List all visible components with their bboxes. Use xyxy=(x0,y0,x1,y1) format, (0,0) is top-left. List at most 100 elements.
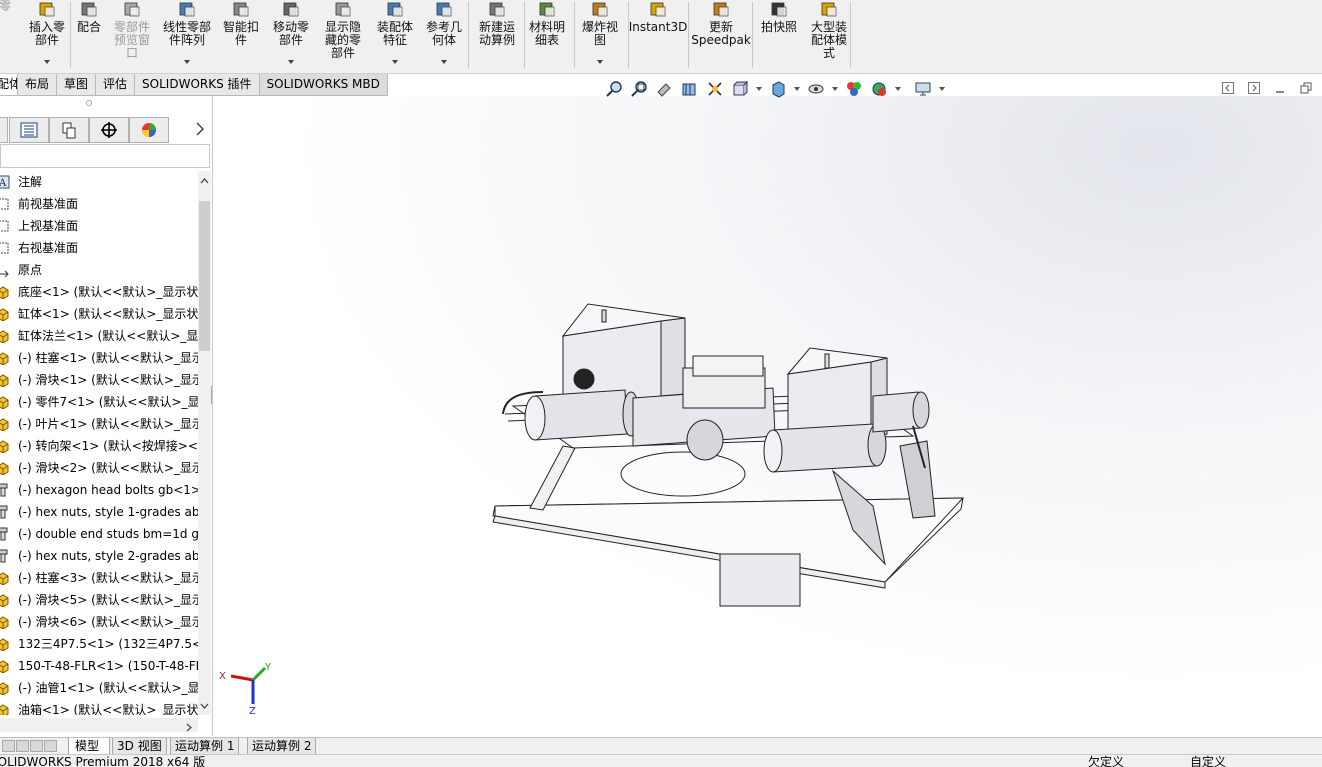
view-settings-icon[interactable] xyxy=(912,78,934,100)
tree-item[interactable]: (-) 零件7<1> (默认<<默认>_显示 xyxy=(0,391,198,413)
ribbon-button-7[interactable]: 装配体 特征 xyxy=(372,0,418,72)
scrollbar-thumb[interactable] xyxy=(199,201,210,351)
chevron-right-icon[interactable] xyxy=(196,122,204,139)
dropdown-arrow-icon[interactable] xyxy=(392,60,398,64)
tree-item-label: (-) 零件7<1> (默认<<默认>_显示 xyxy=(18,395,198,409)
property-manager-tab[interactable] xyxy=(9,117,49,143)
tree-item[interactable]: (-) 叶片<1> (默认<<默认>_显示 xyxy=(0,413,198,435)
tree-item[interactable]: (-) 滑块<6> (默认<<默认>_显示 xyxy=(0,611,198,633)
dropdown-arrow-icon[interactable] xyxy=(184,60,190,64)
scroll-right-icon[interactable] xyxy=(186,721,192,735)
tree-horizontal-scrollbar[interactable] xyxy=(0,718,198,732)
ribbon-button-0[interactable]: 插入零 部件 xyxy=(24,0,70,72)
previous-view-icon[interactable] xyxy=(654,78,676,100)
bottom-tab-1[interactable]: 3D 视图 xyxy=(112,738,167,755)
ribbon-button-14[interactable]: 拍快照 xyxy=(754,0,804,72)
tab-0[interactable]: 装配体 xyxy=(0,74,18,96)
tree-item[interactable]: 上视基准面 xyxy=(0,215,198,237)
dropdown-arrow-icon[interactable] xyxy=(288,60,294,64)
graphics-area[interactable]: X Y Z xyxy=(213,96,1322,736)
tree-item[interactable]: 原点 xyxy=(0,259,198,281)
tree-item[interactable]: (-) 滑块<2> (默认<<默认>_显示 xyxy=(0,457,198,479)
tree-item[interactable]: (-) hex nuts, style 2-grades ab xyxy=(0,545,198,567)
ribbon-button-5[interactable]: 移动零 部件 xyxy=(268,0,314,72)
dropdown-arrow-icon-5[interactable] xyxy=(937,78,947,100)
ribbon-button-10[interactable]: 材料明 细表 xyxy=(524,0,570,72)
ribbon-button-12[interactable]: Instant3D xyxy=(629,0,687,72)
bottom-tab-3[interactable]: 运动算例 2 xyxy=(247,738,317,755)
dynamic-annotation-icon[interactable] xyxy=(704,78,726,100)
ribbon-cut-button[interactable]: 零 xyxy=(0,0,16,72)
dropdown-arrow-icon[interactable] xyxy=(441,60,447,64)
dropdown-arrow-icon[interactable] xyxy=(754,78,764,100)
tree-item[interactable]: 前视基准面 xyxy=(0,193,198,215)
tab-last-icon[interactable] xyxy=(44,740,57,752)
display-manager-tab[interactable] xyxy=(129,117,169,143)
ribbon-button-13[interactable]: 更新 Speedpak xyxy=(691,0,751,72)
view-orientation-icon[interactable] xyxy=(729,78,751,100)
panel-grip[interactable] xyxy=(86,100,92,106)
ribbon-button-2[interactable]: 零部件 预览窗 口 xyxy=(110,0,154,72)
tree-item[interactable]: (-) hexagon head bolts gb<1> xyxy=(0,479,198,501)
tree-item[interactable]: (-) 滑块<1> (默认<<默认>_显示 xyxy=(0,369,198,391)
dropdown-arrow-icon-4[interactable] xyxy=(893,78,903,100)
bottom-tab-2[interactable]: 运动算例 1 xyxy=(170,738,240,755)
tree-item[interactable]: (-) 滑块<5> (默认<<默认>_显示 xyxy=(0,589,198,611)
ribbon-button-6[interactable]: 显示隐 藏的零 部件 xyxy=(320,0,366,72)
ribbon-button-3[interactable]: 线性零部 件阵列 xyxy=(158,0,216,72)
dropdown-arrow-icon[interactable] xyxy=(44,60,50,64)
ribbon-button-15[interactable]: 大型装 配体模 式 xyxy=(806,0,852,72)
edit-appearance-icon[interactable] xyxy=(843,78,865,100)
assembly-model[interactable] xyxy=(213,96,1322,736)
tree-item[interactable]: (-) 油管1<1> (默认<<默认>_显示 xyxy=(0,677,198,699)
tree-item[interactable]: 油箱<1> (默认<<默认>_显示状态 xyxy=(0,699,198,715)
tree-item[interactable]: (-) 柱塞<1> (默认<<默认>_显示 xyxy=(0,347,198,369)
zoom-to-fit-icon[interactable] xyxy=(604,78,626,100)
tab-1[interactable]: 布局 xyxy=(17,74,58,96)
tab-next-icon[interactable] xyxy=(30,740,43,752)
tab-3[interactable]: 评估 xyxy=(95,74,136,96)
dropdown-arrow-icon[interactable] xyxy=(597,60,603,64)
tree-item[interactable]: (-) 柱塞<3> (默认<<默认>_显示 xyxy=(0,567,198,589)
next-icon[interactable] xyxy=(1248,82,1260,94)
zoom-to-area-icon[interactable] xyxy=(629,78,651,100)
dropdown-arrow-icon-3[interactable] xyxy=(830,78,840,100)
ribbon-button-4[interactable]: 智能扣 件 xyxy=(218,0,264,72)
hide-show-items-icon[interactable] xyxy=(805,78,827,100)
tree-item[interactable]: 右视基准面 xyxy=(0,237,198,259)
tree-item[interactable]: 底座<1> (默认<<默认>_显示状态 xyxy=(0,281,198,303)
tree-item[interactable]: (-) hex nuts, style 1-grades ab xyxy=(0,501,198,523)
tab-4[interactable]: SOLIDWORKS 插件 xyxy=(134,74,260,96)
tree-item[interactable]: 150-T-48-FLR<1> (150-T-48-FL xyxy=(0,655,198,677)
tree-item[interactable]: 缸体法兰<1> (默认<<默认>_显示 xyxy=(0,325,198,347)
tree-item[interactable]: 132三4P7.5<1> (132三4P7.5<< xyxy=(0,633,198,655)
configuration-manager-tab[interactable] xyxy=(49,117,89,143)
tree-filter-input[interactable] xyxy=(0,144,210,168)
scroll-down-icon[interactable] xyxy=(200,699,209,713)
ribbon-button-8[interactable]: 参考几 何体 xyxy=(420,0,468,72)
feature-tree-tab[interactable] xyxy=(0,117,8,143)
dropdown-arrow-icon-2[interactable] xyxy=(792,78,802,100)
tree-item[interactable]: 缸体<1> (默认<<默认>_显示状态 xyxy=(0,303,198,325)
section-view-icon[interactable] xyxy=(679,78,701,100)
tree-item[interactable]: A 注解 xyxy=(0,171,198,193)
ribbon-button-9[interactable]: 新建运 动算例 xyxy=(472,0,522,72)
apply-scene-icon[interactable] xyxy=(868,78,890,100)
tab-prev-icon[interactable] xyxy=(16,740,29,752)
bottom-tab-0[interactable]: 模型 xyxy=(68,738,111,755)
tab-first-icon[interactable] xyxy=(2,740,15,752)
dimxpert-tab[interactable] xyxy=(89,117,129,143)
ribbon-button-label: 更新 Speedpak xyxy=(691,20,751,47)
tab-5[interactable]: SOLIDWORKS MBD xyxy=(258,74,388,96)
display-style-icon[interactable] xyxy=(767,78,789,100)
ribbon-button-1[interactable]: 配合 xyxy=(74,0,104,72)
tree-item[interactable]: (-) double end studs bm=1d g xyxy=(0,523,198,545)
previous-icon[interactable] xyxy=(1222,82,1234,94)
minimize-icon[interactable] xyxy=(1274,82,1286,94)
tab-2[interactable]: 草图 xyxy=(56,74,97,96)
restore-icon[interactable] xyxy=(1300,82,1312,94)
scroll-up-icon[interactable] xyxy=(200,173,209,187)
tree-item[interactable]: (-) 转向架<1> (默认<按焊接><显示 xyxy=(0,435,198,457)
ribbon-button-11[interactable]: 爆炸视 图 xyxy=(576,0,624,72)
tree-vertical-scrollbar[interactable] xyxy=(198,171,211,715)
